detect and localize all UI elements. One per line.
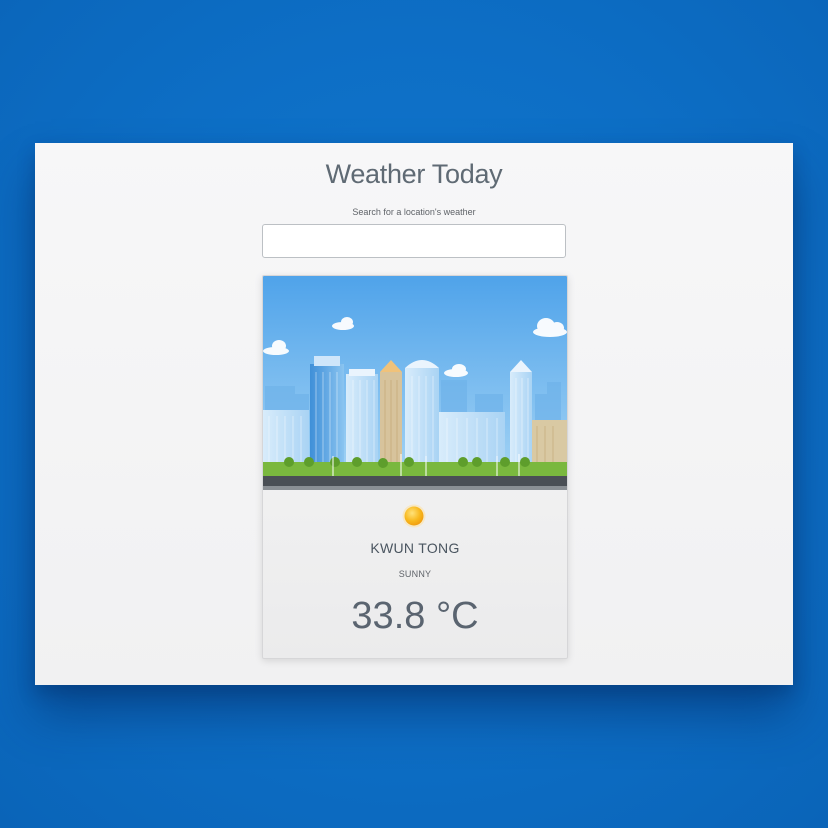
sun-icon [402, 504, 426, 528]
location-name: KWUN TONG [370, 540, 460, 556]
temperature-value: 33.8 °C [351, 595, 479, 637]
city-skyline-image [263, 276, 567, 490]
page-title: Weather Today [325, 159, 503, 189]
weather-condition: SUNNY [398, 569, 432, 579]
search-label: Search for a location's weather [352, 207, 476, 217]
weather-card: KWUN TONG SUNNY 33.8 °C [262, 275, 568, 659]
app-panel: Weather Today Search for a location's we… [35, 143, 793, 685]
search-input[interactable] [262, 224, 566, 258]
